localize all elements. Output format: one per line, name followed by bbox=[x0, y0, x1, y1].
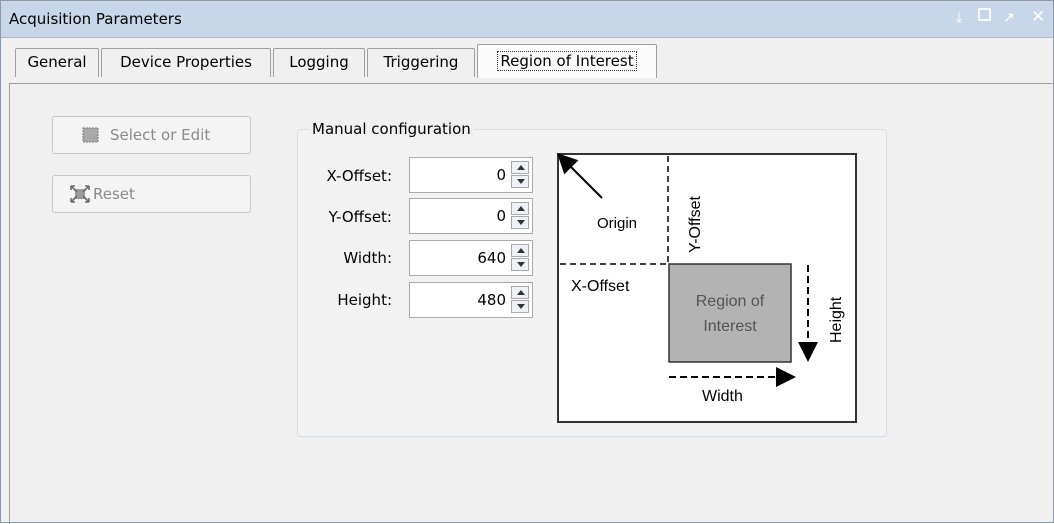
x-offset-label: X-Offset: bbox=[326, 167, 392, 185]
roi-label-line2: Interest bbox=[703, 318, 757, 335]
window-title: Acquisition Parameters bbox=[9, 10, 182, 28]
tab-triggering[interactable]: Triggering bbox=[367, 48, 475, 77]
tab-region-of-interest[interactable]: Region of Interest bbox=[477, 44, 657, 78]
tab-logging[interactable]: Logging bbox=[273, 48, 365, 77]
y-offset-spinner[interactable]: 0 bbox=[409, 198, 533, 234]
origin-label: Origin bbox=[597, 215, 637, 232]
width-label: Width: bbox=[343, 249, 392, 267]
roi-diagram: Origin Y-Offset X-Offset Region of Inter… bbox=[557, 153, 857, 423]
x-offset-increment[interactable] bbox=[511, 161, 529, 174]
height-decrement[interactable] bbox=[511, 300, 529, 313]
tab-device-properties[interactable]: Device Properties bbox=[101, 48, 271, 77]
title-bar: Acquisition Parameters ⤓ ↗ ✕ bbox=[1, 1, 1053, 38]
roi-label-line1: Region of bbox=[696, 293, 765, 310]
tab-divider bbox=[9, 83, 1053, 84]
manual-configuration-title: Manual configuration bbox=[309, 120, 474, 138]
height-value[interactable]: 480 bbox=[477, 291, 506, 309]
tab-general[interactable]: General bbox=[15, 48, 99, 77]
select-or-edit-label: Select or Edit bbox=[110, 126, 211, 144]
select-or-edit-button[interactable]: Select or Edit bbox=[52, 116, 251, 154]
close-icon[interactable]: ✕ bbox=[1031, 7, 1045, 27]
pin-icon[interactable]: ⤓ bbox=[956, 10, 962, 26]
width-value[interactable]: 640 bbox=[477, 249, 506, 267]
undock-icon[interactable]: ↗ bbox=[1003, 10, 1015, 26]
panel-border bbox=[9, 84, 10, 524]
y-offset-diagram-label: Y-Offset bbox=[687, 196, 704, 253]
roi-box bbox=[668, 263, 792, 363]
x-offset-diagram-label: X-Offset bbox=[571, 278, 630, 295]
x-offset-decrement[interactable] bbox=[511, 175, 529, 188]
width-spinner[interactable]: 640 bbox=[409, 240, 533, 276]
width-decrement[interactable] bbox=[511, 258, 529, 271]
tab-strip: General Device Properties Logging Trigge… bbox=[1, 37, 1053, 84]
height-spinner[interactable]: 480 bbox=[409, 282, 533, 318]
y-offset-increment[interactable] bbox=[511, 202, 529, 215]
y-offset-label: Y-Offset: bbox=[328, 208, 392, 226]
x-offset-spinner[interactable]: 0 bbox=[409, 157, 533, 193]
acquisition-parameters-window: Acquisition Parameters ⤓ ↗ ✕ General Dev… bbox=[0, 0, 1054, 524]
maximize-icon[interactable] bbox=[978, 8, 991, 25]
height-diagram-label: Height bbox=[828, 296, 845, 343]
y-offset-decrement[interactable] bbox=[511, 216, 529, 229]
height-increment[interactable] bbox=[511, 286, 529, 299]
y-offset-value[interactable]: 0 bbox=[496, 207, 506, 225]
reset-button[interactable]: Reset bbox=[52, 175, 251, 213]
region-select-icon bbox=[82, 127, 99, 147]
height-label: Height: bbox=[337, 291, 392, 309]
width-diagram-label: Width bbox=[702, 388, 743, 405]
width-increment[interactable] bbox=[511, 244, 529, 257]
reset-label: Reset bbox=[93, 185, 135, 203]
x-offset-value[interactable]: 0 bbox=[496, 166, 506, 184]
reset-expand-icon bbox=[70, 185, 90, 207]
